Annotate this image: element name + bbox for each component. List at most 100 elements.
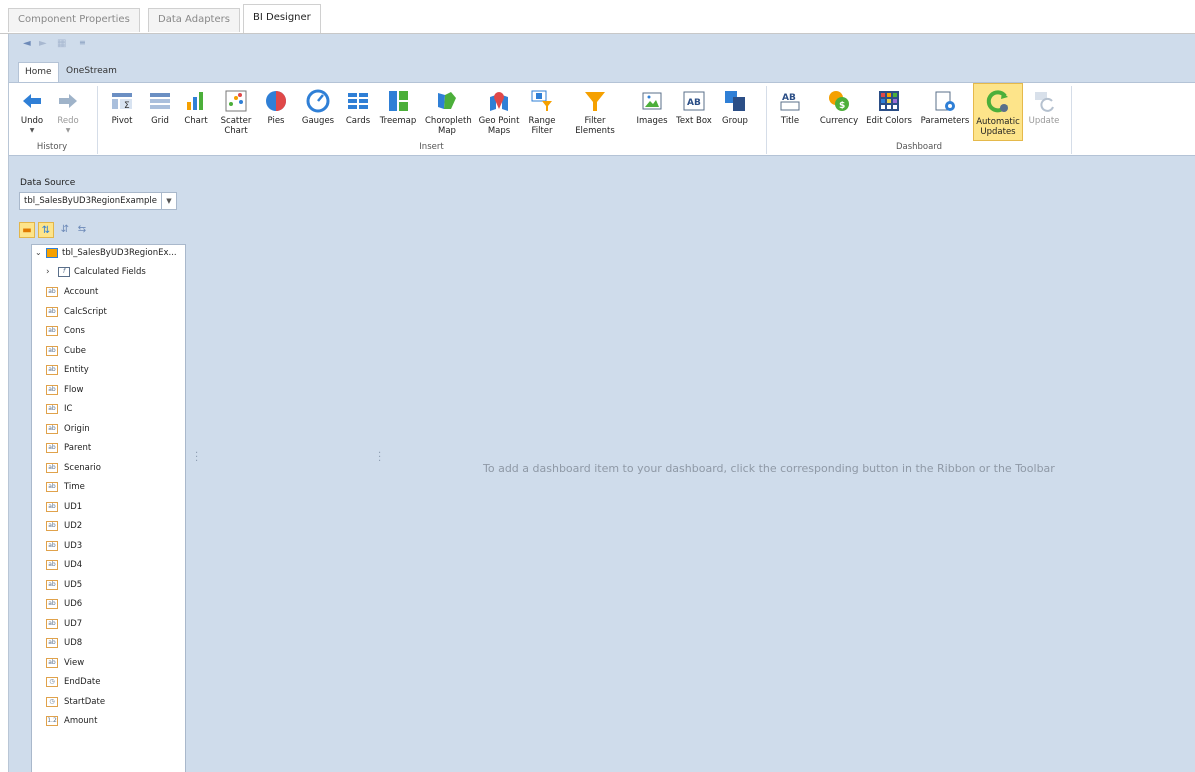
automatic-updates-button[interactable]: Automatic Updates bbox=[973, 83, 1023, 141]
document-tabs: Component Properties Data Adapters BI De… bbox=[0, 0, 1195, 34]
field-item[interactable]: ab View bbox=[32, 655, 185, 671]
group-separator bbox=[766, 86, 767, 154]
text-field-icon: ab bbox=[46, 443, 58, 453]
field-item[interactable]: ab Cons bbox=[32, 323, 185, 339]
svg-text:AB: AB bbox=[687, 98, 701, 108]
tree-root-node[interactable]: ⌄ tbl_SalesByUD3RegionEx... bbox=[32, 245, 185, 261]
field-item[interactable]: ab Scenario bbox=[32, 460, 185, 476]
field-item[interactable]: ab UD5 bbox=[32, 577, 185, 593]
pies-icon bbox=[266, 91, 286, 111]
chevron-down-icon[interactable]: ▼ bbox=[161, 193, 176, 209]
undo-dropdown-icon[interactable]: ▼ bbox=[15, 127, 49, 134]
field-item[interactable]: ◷ StartDate bbox=[32, 694, 185, 710]
automatic-updates-label: Automatic Updates bbox=[976, 117, 1020, 137]
field-item[interactable]: ab UD1 bbox=[32, 499, 185, 515]
filter-elements-button[interactable]: Filter Elements bbox=[567, 83, 623, 141]
expand-chevron-icon[interactable]: › bbox=[46, 264, 50, 280]
cards-button[interactable]: Cards bbox=[341, 83, 375, 141]
treemap-label: Treemap bbox=[379, 116, 417, 126]
field-label: EndDate bbox=[64, 677, 101, 687]
group-label: Group bbox=[722, 116, 748, 126]
title-icon: AB bbox=[780, 93, 800, 111]
calculated-fields-node[interactable]: › f Calculated Fields bbox=[32, 264, 185, 280]
field-item[interactable]: ◷ EndDate bbox=[32, 674, 185, 690]
currency-button[interactable]: $ Currency bbox=[817, 83, 861, 141]
undo-label: Undo bbox=[20, 116, 44, 126]
tab-component-properties[interactable]: Component Properties bbox=[8, 8, 140, 32]
group-view-icon: ▬ bbox=[22, 225, 32, 236]
text-field-icon: ab bbox=[46, 579, 58, 590]
redo-button[interactable]: Redo ▼ bbox=[51, 83, 85, 141]
choropleth-map-button[interactable]: Choropleth Map bbox=[423, 83, 472, 141]
field-item[interactable]: 1.2 Amount bbox=[32, 713, 185, 729]
update-button[interactable]: Update bbox=[1027, 83, 1061, 141]
field-item[interactable]: ab Cube bbox=[32, 343, 185, 359]
text-field-icon: ab bbox=[46, 560, 58, 570]
field-item[interactable]: ab Origin bbox=[32, 421, 185, 437]
data-source-combo[interactable]: tbl_SalesByUD3RegionExample ▼ bbox=[19, 192, 177, 210]
qat-redo-icon[interactable]: ► bbox=[39, 38, 47, 49]
ribbon-tab-onestream[interactable]: OneStream bbox=[60, 62, 123, 82]
field-item[interactable]: ab UD2 bbox=[32, 518, 185, 534]
scatter-chart-icon bbox=[225, 90, 247, 112]
scatter-chart-button[interactable]: Scatter Chart bbox=[216, 83, 256, 141]
field-item[interactable]: ab UD3 bbox=[32, 538, 185, 554]
text-field-icon: ab bbox=[46, 345, 58, 356]
text-field-icon: ab bbox=[46, 521, 58, 531]
ribbon-tab-home[interactable]: Home bbox=[18, 62, 59, 83]
gauges-button[interactable]: Gauges bbox=[299, 83, 337, 141]
pivot-button[interactable]: Σ Pivot bbox=[105, 83, 139, 141]
group-button[interactable]: Group bbox=[717, 83, 753, 141]
geo-point-maps-button[interactable]: Geo Point Maps bbox=[475, 83, 523, 141]
parameters-button[interactable]: Parameters bbox=[919, 83, 971, 141]
treemap-button[interactable]: Treemap bbox=[378, 83, 418, 141]
field-item[interactable]: ab UD8 bbox=[32, 635, 185, 651]
field-item[interactable]: ab Time bbox=[32, 479, 185, 495]
grid-label: Grid bbox=[151, 116, 169, 126]
update-label: Update bbox=[1028, 116, 1060, 126]
svg-text:$: $ bbox=[839, 101, 845, 111]
range-filter-button[interactable]: Range Filter bbox=[525, 83, 559, 141]
edit-colors-button[interactable]: Edit Colors bbox=[861, 83, 917, 141]
qat-customize-icon[interactable]: ≡ bbox=[79, 38, 86, 47]
dashboard-group-label: Dashboard bbox=[895, 142, 943, 152]
text-field-icon: ab bbox=[46, 482, 58, 492]
field-item[interactable]: ab UD7 bbox=[32, 616, 185, 632]
sort-az-button[interactable]: ⇅ bbox=[38, 222, 54, 238]
text-field-icon: ab bbox=[46, 306, 58, 317]
images-button[interactable]: Images bbox=[633, 83, 671, 141]
field-item[interactable]: ab CalcScript bbox=[32, 304, 185, 320]
canvas-splitter-handle[interactable]: · · · bbox=[378, 449, 381, 467]
panel-splitter-handle[interactable]: · · · bbox=[195, 449, 198, 467]
text-box-button[interactable]: AB Text Box bbox=[673, 83, 715, 141]
collapse-chevron-icon[interactable]: ⌄ bbox=[35, 245, 42, 261]
date-field-icon: ◷ bbox=[46, 677, 58, 687]
field-label: Cube bbox=[64, 345, 86, 356]
pies-button[interactable]: Pies bbox=[261, 83, 291, 141]
field-item[interactable]: ab IC bbox=[32, 401, 185, 417]
redo-dropdown-icon[interactable]: ▼ bbox=[51, 127, 85, 134]
sort-za-button[interactable]: ⇵ bbox=[57, 222, 73, 238]
tree-root-label: tbl_SalesByUD3RegionEx... bbox=[62, 248, 177, 258]
date-field-icon: ◷ bbox=[46, 696, 58, 707]
field-item[interactable]: ab Account bbox=[32, 284, 185, 300]
field-item[interactable]: ab UD4 bbox=[32, 557, 185, 573]
group-view-button[interactable]: ▬ bbox=[19, 222, 35, 238]
field-item[interactable]: ab Parent bbox=[32, 440, 185, 456]
cards-label: Cards bbox=[345, 116, 371, 126]
field-item[interactable]: ab Entity bbox=[32, 362, 185, 378]
field-label: Time bbox=[64, 482, 85, 492]
qat-undo-icon[interactable]: ◄ bbox=[23, 38, 31, 49]
undo-button[interactable]: Undo ▼ bbox=[15, 83, 49, 141]
pies-label: Pies bbox=[267, 116, 285, 126]
grid-button[interactable]: Grid bbox=[143, 83, 177, 141]
tab-bi-designer[interactable]: BI Designer bbox=[243, 4, 321, 34]
field-label: Scenario bbox=[64, 462, 101, 473]
title-button[interactable]: AB Title bbox=[775, 83, 805, 141]
tab-data-adapters[interactable]: Data Adapters bbox=[148, 8, 240, 32]
field-item[interactable]: ab Flow bbox=[32, 382, 185, 398]
qat-grid-icon[interactable]: ▦ bbox=[57, 38, 66, 49]
refresh-fields-button[interactable]: ⇆ bbox=[74, 222, 90, 238]
field-item[interactable]: ab UD6 bbox=[32, 596, 185, 612]
chart-button[interactable]: Chart bbox=[179, 83, 213, 141]
